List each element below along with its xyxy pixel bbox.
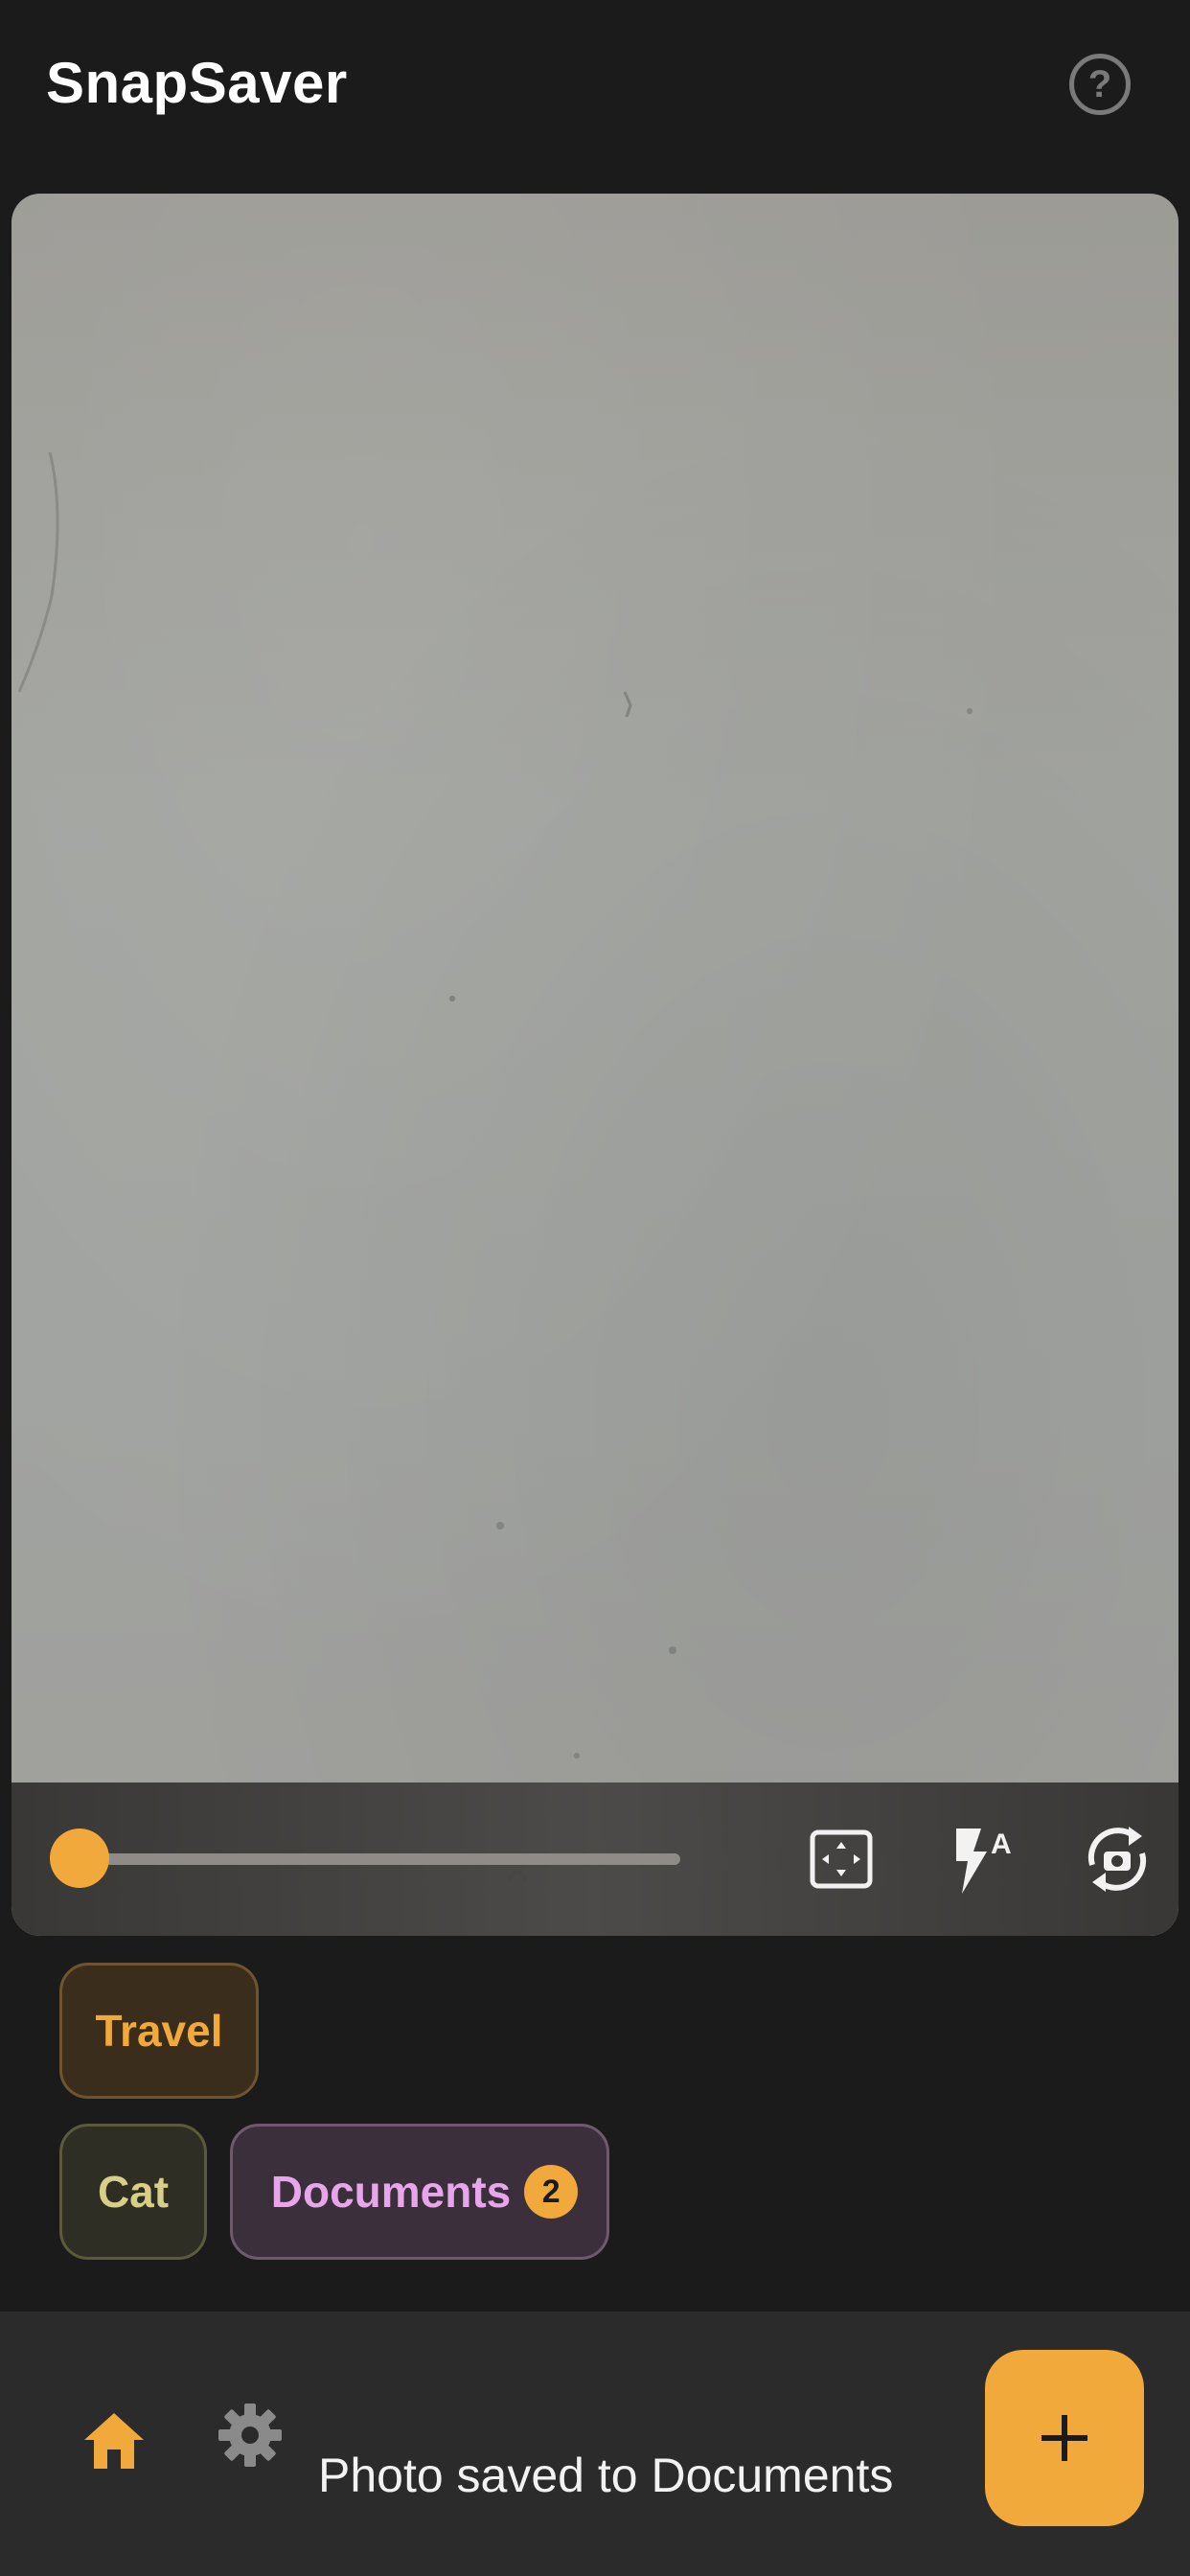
app-header: SnapSaver ? (0, 0, 1190, 182)
settings-icon[interactable] (217, 2402, 284, 2469)
chip-documents[interactable]: Documents 2 (230, 2124, 609, 2260)
app-root: SnapSaver ? A Travel Cat Documents 2 Pho… (0, 0, 1190, 2576)
chip-cat[interactable]: Cat (59, 2124, 207, 2260)
flash-mode-label: A (991, 1828, 1012, 1860)
flip-camera-icon[interactable] (1079, 1821, 1156, 1898)
snackbar-message: Photo saved to Documents (318, 2449, 894, 2502)
chip-label: Cat (97, 2167, 170, 2217)
zoom-slider-track[interactable] (79, 1853, 680, 1865)
home-icon[interactable] (80, 2407, 148, 2474)
flash-auto-icon[interactable]: A (943, 1821, 1019, 1898)
preview-texture (17, 451, 973, 1881)
chip-label: Travel (95, 2006, 223, 2056)
count-badge: 2 (524, 2165, 579, 2219)
app-title: SnapSaver (46, 51, 348, 115)
add-fab-button[interactable] (985, 2350, 1144, 2526)
bottom-bar: Photo saved to Documents (0, 2312, 1190, 2576)
camera-preview[interactable]: A (11, 194, 1179, 1936)
camera-control-bar: A (11, 1782, 1179, 1936)
chip-label: Documents (270, 2167, 512, 2217)
plus-icon (1041, 2415, 1087, 2461)
help-icon[interactable]: ? (1069, 54, 1131, 115)
help-glyph: ? (1087, 62, 1112, 105)
zoom-slider-thumb[interactable] (50, 1828, 109, 1888)
chip-travel[interactable]: Travel (59, 1963, 259, 2099)
fullscreen-icon[interactable] (803, 1821, 880, 1898)
